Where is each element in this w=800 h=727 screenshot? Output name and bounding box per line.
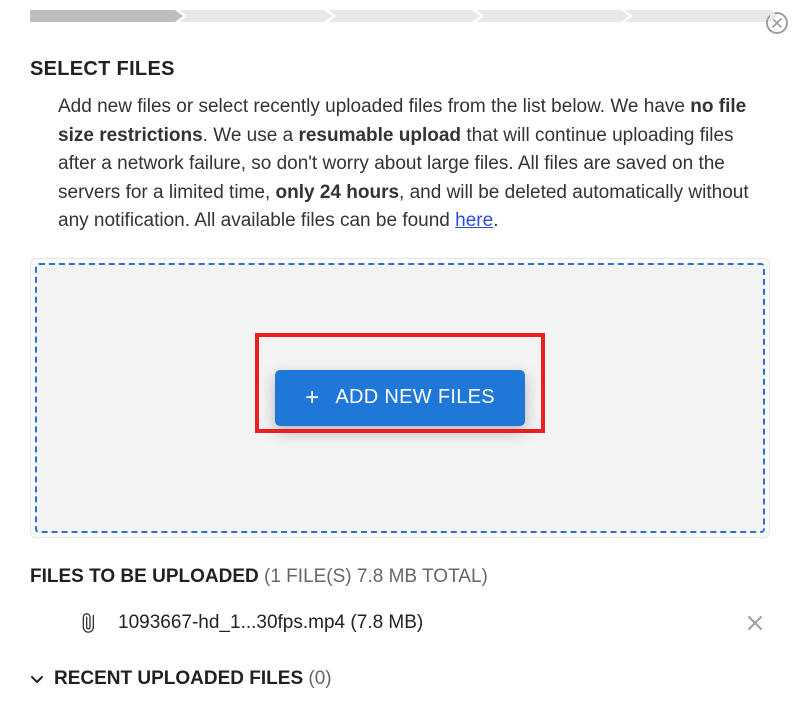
dropzone[interactable]: + ADD NEW FILES [35,263,765,533]
page-title: SELECT FILES [30,58,770,81]
queue-heading-bold: FILES TO BE UPLOADED [30,566,259,587]
add-new-files-label: ADD NEW FILES [335,386,494,409]
plus-icon: + [305,386,319,410]
remove-file-button[interactable] [744,612,766,634]
add-new-files-button[interactable]: + ADD NEW FILES [275,370,525,426]
chevron-down-icon [30,672,44,686]
recent-files-toggle[interactable]: RECENT UPLOADED FILES (0) [30,668,770,690]
progress-steps [0,0,800,28]
remove-icon [746,614,764,632]
paperclip-icon [80,610,100,636]
progress-step-2 [179,10,324,22]
progress-step-1 [30,10,175,22]
progress-step-5 [625,10,770,22]
progress-step-4 [476,10,621,22]
intro-t1: Add new files or select recently uploade… [58,96,690,117]
dropzone-wrapper: + ADD NEW FILES [30,258,770,538]
intro-t2: . We use a [203,125,299,146]
intro-b2: resumable upload [298,125,461,146]
queue-file-label: 1093667-hd_1...30fps.mp4 (7.8 MB) [118,612,744,634]
queue-file-size: (7.8 MB) [350,612,423,633]
intro-b3: only 24 hours [276,182,400,203]
recent-heading-count: (0) [303,668,332,689]
intro-t5: . [493,210,498,231]
intro-text: Add new files or select recently uploade… [30,93,770,236]
queue-heading-suffix: (1 FILE(S) 7.8 MB TOTAL) [259,566,488,587]
queue-file-row: 1093667-hd_1...30fps.mp4 (7.8 MB) [30,588,770,658]
recent-heading-bold: RECENT UPLOADED FILES [54,668,303,689]
intro-here-link[interactable]: here [455,210,493,231]
queue-file-name: 1093667-hd_1...30fps.mp4 [118,612,345,633]
progress-step-3 [328,10,473,22]
queue-heading: FILES TO BE UPLOADED (1 FILE(S) 7.8 MB T… [30,566,770,588]
